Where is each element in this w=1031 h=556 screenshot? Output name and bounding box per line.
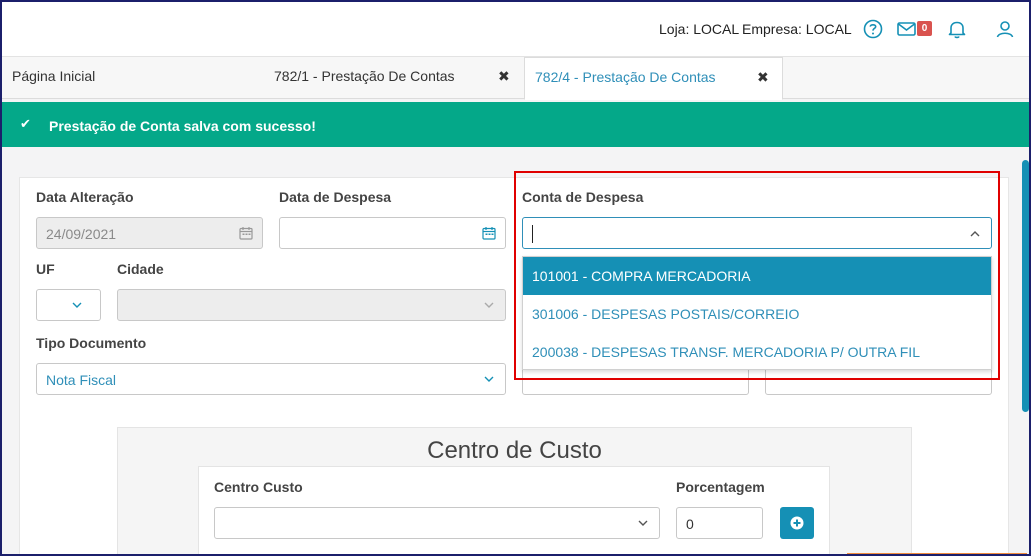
uf-label: UF bbox=[36, 261, 55, 277]
text-cursor bbox=[532, 225, 533, 243]
dropdown-option[interactable]: 200038 - DESPESAS TRANSF. MERCADORIA P/ … bbox=[523, 333, 991, 371]
banner-message: Prestação de Conta salva com sucesso! bbox=[49, 118, 316, 134]
centro-custo-label: Centro Custo bbox=[214, 479, 303, 495]
close-icon[interactable]: ✖ bbox=[498, 57, 510, 95]
cidade-select bbox=[117, 289, 506, 321]
porcentagem-input[interactable]: 0 bbox=[676, 507, 763, 539]
chevron-down-icon bbox=[482, 298, 496, 312]
mail-icon[interactable] bbox=[896, 18, 918, 40]
check-icon: ✔ bbox=[20, 116, 31, 131]
data-alteracao-field: 24/09/2021 bbox=[36, 217, 263, 249]
dropdown-option[interactable]: 101001 - COMPRA MERCADORIA bbox=[523, 257, 991, 295]
centro-custo-select[interactable] bbox=[214, 507, 660, 539]
close-icon[interactable]: ✖ bbox=[757, 58, 769, 96]
success-banner: ✔ Prestação de Conta salva com sucesso! bbox=[2, 102, 1029, 147]
calendar-icon[interactable] bbox=[482, 226, 496, 240]
chevron-down-icon[interactable] bbox=[636, 516, 650, 530]
centro-custo-title: Centro de Custo bbox=[427, 437, 602, 464]
conta-despesa-dropdown: 101001 - COMPRA MERCADORIA 301006 - DESP… bbox=[522, 256, 992, 370]
chevron-down-icon[interactable] bbox=[70, 298, 84, 312]
plus-circle-icon bbox=[790, 516, 804, 530]
mail-count-badge: 0 bbox=[917, 21, 932, 36]
data-despesa-label: Data de Despesa bbox=[279, 189, 392, 205]
dropdown-option[interactable]: 301006 - DESPESAS POSTAIS/CORREIO bbox=[523, 295, 991, 333]
tab-label: 782/4 - Prestação De Contas bbox=[535, 69, 716, 85]
tab-prestacao-4[interactable]: 782/4 - Prestação De Contas ✖ bbox=[524, 57, 783, 100]
help-icon[interactable] bbox=[862, 18, 884, 40]
conta-despesa-label: Conta de Despesa bbox=[522, 189, 644, 205]
company-label: Empresa: LOCAL bbox=[742, 21, 852, 37]
tab-home[interactable]: Página Inicial bbox=[2, 57, 264, 99]
tab-label: Página Inicial bbox=[12, 68, 96, 84]
calendar-icon bbox=[239, 226, 253, 240]
chevron-down-icon[interactable] bbox=[482, 372, 496, 386]
tab-label: 782/1 - Prestação De Contas bbox=[274, 68, 455, 84]
tipo-documento-label: Tipo Documento bbox=[36, 335, 147, 351]
conta-despesa-select[interactable] bbox=[522, 217, 992, 249]
tab-bar: Página Inicial 782/1 - Prestação De Cont… bbox=[2, 57, 1029, 100]
chevron-up-icon[interactable] bbox=[968, 227, 982, 241]
add-centro-custo-button[interactable] bbox=[780, 507, 814, 539]
app-window: Loja: LOCAL Empresa: LOCAL 0 Página Inic… bbox=[0, 0, 1031, 556]
porcentagem-value: 0 bbox=[686, 516, 694, 532]
data-despesa-field[interactable] bbox=[279, 217, 506, 249]
tipo-documento-value: Nota Fiscal bbox=[46, 372, 117, 388]
data-alteracao-label: Data Alteração bbox=[36, 189, 134, 205]
user-icon[interactable] bbox=[994, 18, 1016, 40]
cidade-label: Cidade bbox=[117, 261, 164, 277]
top-header: Loja: LOCAL Empresa: LOCAL 0 bbox=[2, 2, 1029, 57]
tipo-documento-select[interactable]: Nota Fiscal bbox=[36, 363, 506, 395]
tab-prestacao-1[interactable]: 782/1 - Prestação De Contas ✖ bbox=[264, 57, 522, 99]
scrollbar[interactable] bbox=[1022, 160, 1029, 412]
bell-icon[interactable] bbox=[946, 18, 968, 40]
data-alteracao-value: 24/09/2021 bbox=[46, 226, 117, 242]
porcentagem-label: Porcentagem bbox=[676, 479, 765, 495]
uf-select[interactable] bbox=[36, 289, 101, 321]
store-label: Loja: LOCAL bbox=[659, 21, 740, 37]
